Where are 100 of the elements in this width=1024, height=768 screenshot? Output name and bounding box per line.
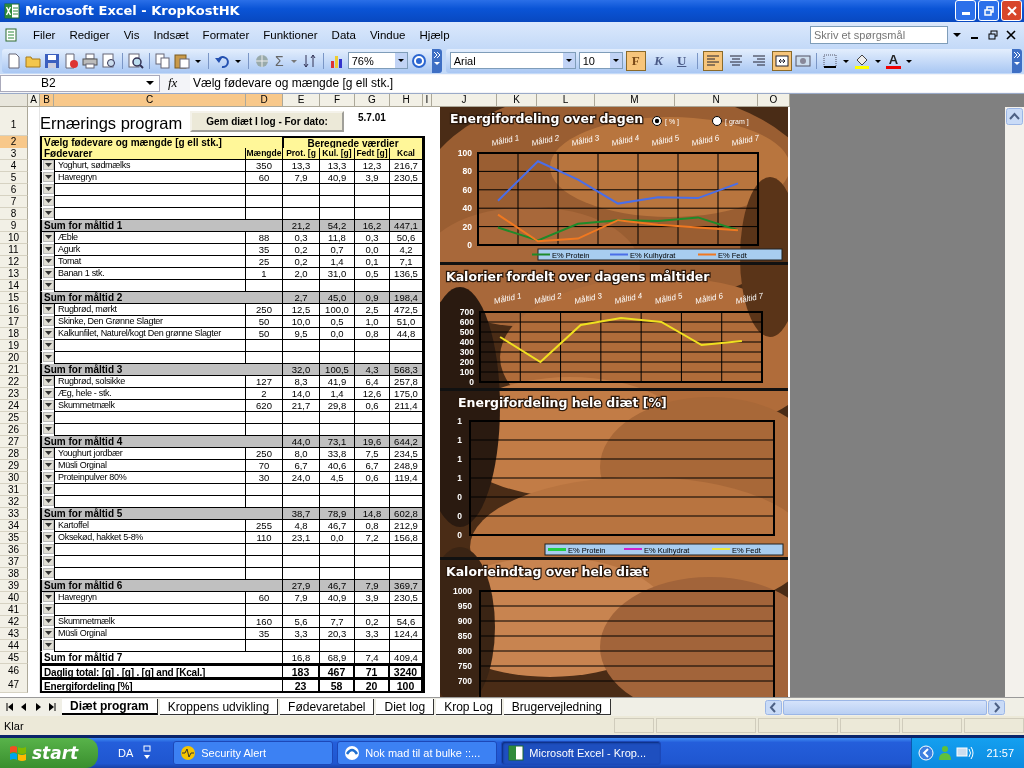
dropdown-button[interactable] bbox=[42, 496, 54, 507]
sheet-tab[interactable]: Brugervejledning bbox=[503, 699, 611, 716]
restore-button[interactable] bbox=[978, 0, 999, 22]
taskbar-button[interactable]: Nok mad til at bulke ::... bbox=[337, 741, 498, 765]
close-button[interactable] bbox=[1001, 0, 1022, 22]
sheet-tab[interactable]: Kroppens udvikling bbox=[159, 699, 279, 716]
save-icon[interactable] bbox=[44, 52, 60, 69]
language-indicator[interactable]: DA bbox=[118, 747, 134, 759]
scroll-right-icon[interactable] bbox=[988, 699, 1005, 715]
dropdown-button[interactable] bbox=[42, 604, 54, 615]
print-icon[interactable] bbox=[82, 52, 98, 69]
menu-item[interactable]: Filer bbox=[26, 26, 63, 43]
dropdown-button[interactable] bbox=[42, 472, 54, 483]
category-label: Måltid 6 bbox=[690, 133, 721, 148]
menu-item[interactable]: Funktioner bbox=[256, 26, 325, 43]
close-icon[interactable] bbox=[1006, 29, 1016, 40]
dropdown-button[interactable] bbox=[42, 460, 54, 471]
taskbar-button[interactable]: Microsoft Excel - Krop... bbox=[501, 741, 662, 765]
currency-icon[interactable] bbox=[794, 52, 811, 69]
dropdown-button[interactable] bbox=[42, 592, 54, 603]
scroll-thumb[interactable] bbox=[783, 699, 987, 715]
sheet-tab[interactable]: Diet log bbox=[376, 699, 435, 716]
scroll-left-icon[interactable] bbox=[765, 699, 782, 715]
dropdown-button[interactable] bbox=[42, 328, 54, 339]
menu-item[interactable]: Rediger bbox=[62, 26, 117, 43]
dropdown-button[interactable] bbox=[42, 616, 54, 627]
network-icon[interactable] bbox=[956, 745, 975, 761]
dropdown-button[interactable] bbox=[42, 412, 54, 423]
dropdown-button[interactable] bbox=[42, 340, 54, 351]
menu-item[interactable]: Formater bbox=[195, 26, 257, 43]
dropdown-button[interactable] bbox=[42, 484, 54, 495]
underline-button[interactable]: U bbox=[671, 50, 692, 71]
show-hidden-icon[interactable] bbox=[918, 745, 935, 761]
dropdown-button[interactable] bbox=[42, 568, 54, 579]
dropdown-button[interactable] bbox=[42, 244, 54, 255]
formula-field[interactable]: Vælg fødevare og mængde [g ell stk.] bbox=[190, 74, 1024, 92]
align-left-button[interactable] bbox=[702, 50, 723, 71]
dropdown-button[interactable] bbox=[42, 520, 54, 531]
dropdown-button[interactable] bbox=[42, 448, 54, 459]
dropdown-button[interactable] bbox=[42, 208, 54, 219]
dropdown-button[interactable] bbox=[42, 424, 54, 435]
save-log-button[interactable]: Gem diæt I log - For dato: bbox=[190, 110, 344, 132]
dropdown-button[interactable] bbox=[42, 304, 54, 315]
font-size-dropdown[interactable]: 10 bbox=[578, 52, 623, 70]
help-search-field[interactable]: Skriv et spørgsmål bbox=[810, 25, 948, 44]
print-preview-icon[interactable] bbox=[101, 52, 117, 69]
dropdown-button[interactable] bbox=[42, 184, 54, 195]
menu-item[interactable]: Data bbox=[324, 26, 363, 43]
restore-icon[interactable] bbox=[988, 29, 998, 40]
row-header[interactable]: 1 bbox=[0, 106, 28, 136]
name-box[interactable]: B2 bbox=[0, 74, 160, 92]
dropdown-button[interactable] bbox=[42, 544, 54, 555]
copy-icon[interactable] bbox=[155, 52, 171, 69]
font-color-button[interactable]: A bbox=[885, 52, 902, 69]
table-cell bbox=[246, 411, 283, 424]
menu-item[interactable]: Hjælp bbox=[412, 26, 457, 43]
toolbar-options-icon[interactable] bbox=[431, 48, 442, 73]
dropdown-button[interactable] bbox=[42, 556, 54, 567]
zoom-dropdown[interactable]: 76% bbox=[347, 52, 408, 70]
sheet-tab[interactable]: Krop Log bbox=[436, 699, 502, 716]
italic-button[interactable]: K bbox=[648, 50, 669, 71]
sort-icon[interactable] bbox=[301, 52, 318, 69]
paste-icon[interactable] bbox=[174, 52, 190, 69]
bold-button[interactable]: F bbox=[625, 50, 646, 71]
magnifier-icon[interactable] bbox=[128, 52, 144, 69]
dropdown-button[interactable] bbox=[42, 256, 54, 267]
help-icon[interactable] bbox=[410, 52, 427, 69]
scroll-up-icon[interactable] bbox=[1006, 107, 1023, 125]
dropdown-button[interactable] bbox=[42, 532, 54, 543]
dropdown-button[interactable] bbox=[42, 400, 54, 411]
dropdown-button[interactable] bbox=[42, 232, 54, 243]
new-document-icon[interactable] bbox=[6, 52, 22, 69]
dropdown-button[interactable] bbox=[42, 172, 54, 183]
menu-item[interactable]: Vindue bbox=[362, 26, 413, 43]
table-cell bbox=[246, 543, 283, 556]
insert-function-button[interactable]: fx bbox=[168, 75, 188, 92]
dropdown-button[interactable] bbox=[42, 376, 54, 387]
borders-icon[interactable] bbox=[821, 52, 838, 69]
menu-item[interactable]: Vis bbox=[116, 26, 147, 43]
dropdown-button[interactable] bbox=[42, 388, 54, 399]
menu-item[interactable]: Indsæt bbox=[146, 26, 196, 43]
toolbar-options-icon[interactable] bbox=[1012, 48, 1022, 73]
sheet-tab[interactable]: Fødevaretabel bbox=[280, 699, 375, 716]
autosum-button[interactable]: Σ bbox=[273, 52, 286, 69]
dropdown-button[interactable] bbox=[42, 316, 54, 327]
radio-button[interactable] bbox=[712, 115, 722, 126]
minimize-button[interactable] bbox=[955, 0, 976, 22]
document-lock-icon[interactable] bbox=[63, 52, 79, 69]
dropdown-button[interactable] bbox=[42, 280, 54, 291]
dropdown-button[interactable] bbox=[42, 268, 54, 279]
dropdown-button[interactable] bbox=[42, 352, 54, 363]
dropdown-button[interactable] bbox=[42, 196, 54, 207]
dropdown-button[interactable] bbox=[42, 160, 54, 171]
dropdown-button[interactable] bbox=[42, 628, 54, 639]
align-merge-button[interactable] bbox=[771, 50, 792, 71]
dropdown-button[interactable] bbox=[42, 640, 54, 651]
fill-color-icon[interactable] bbox=[853, 52, 870, 69]
font-dropdown[interactable]: Arial bbox=[449, 52, 576, 70]
sheet-tab[interactable]: Diæt program bbox=[62, 699, 158, 716]
taskbar-button[interactable]: Security Alert bbox=[173, 741, 334, 765]
